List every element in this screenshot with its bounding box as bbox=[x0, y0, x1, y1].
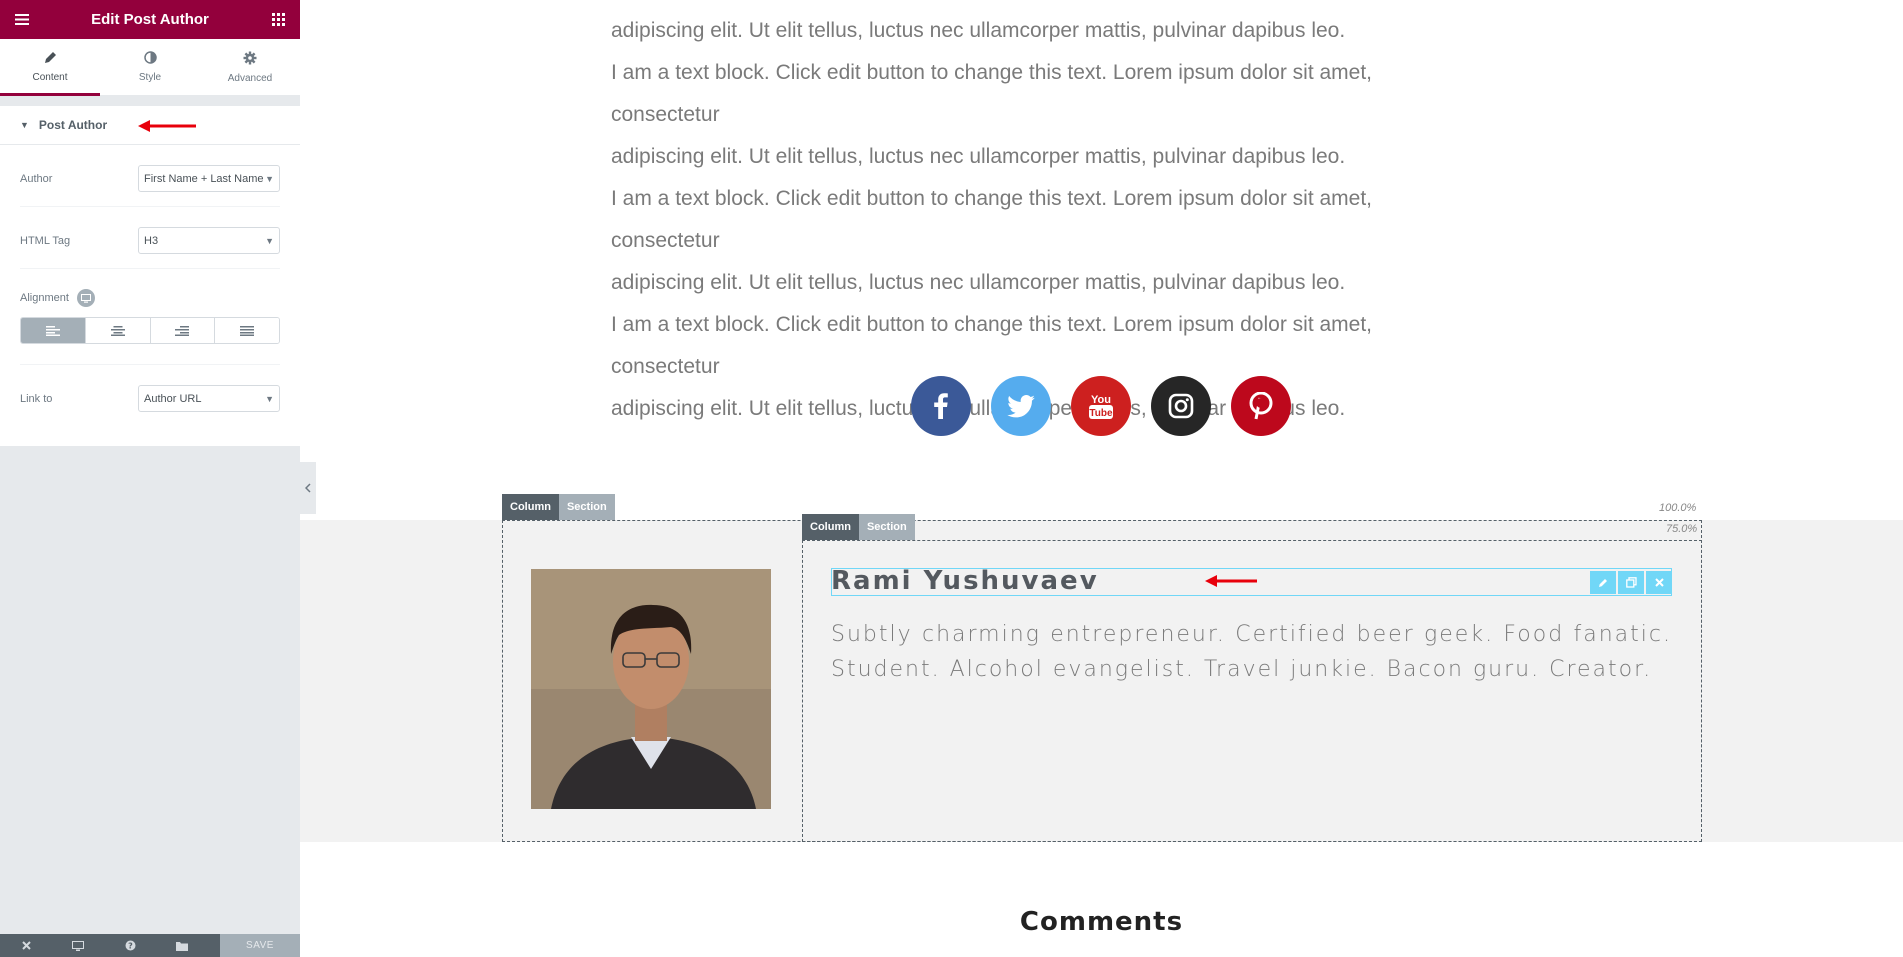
author-select[interactable]: First Name + Last Name ▼ bbox=[138, 165, 280, 192]
outer-column-width: 100.0% bbox=[1659, 502, 1697, 514]
panel-footer: ? SAVE bbox=[0, 934, 300, 957]
edit-widget-button[interactable] bbox=[1590, 571, 1616, 594]
tab-advanced[interactable]: Advanced bbox=[200, 39, 300, 95]
align-center-icon bbox=[110, 325, 125, 336]
text-editor-widget[interactable]: adipiscing elit. Ut elit tellus, luctus … bbox=[611, 10, 1441, 430]
instagram-icon[interactable] bbox=[1151, 376, 1211, 436]
text-line: adipiscing elit. Ut elit tellus, luctus … bbox=[611, 19, 1346, 42]
preview-canvas: adipiscing elit. Ut elit tellus, luctus … bbox=[300, 0, 1903, 957]
control-html-tag: HTML Tag H3 ▼ bbox=[20, 207, 280, 269]
link-to-select-value: Author URL bbox=[144, 392, 202, 405]
text-line: adipiscing elit. Ut elit tellus, luctus … bbox=[611, 145, 1346, 168]
html-tag-label: HTML Tag bbox=[20, 234, 71, 247]
duplicate-icon bbox=[1625, 577, 1637, 588]
tab-advanced-label: Advanced bbox=[227, 72, 273, 84]
caret-down-icon: ▼ bbox=[20, 120, 29, 130]
widgets-grid-icon[interactable] bbox=[268, 10, 288, 30]
annotation-arrow-icon bbox=[138, 120, 196, 132]
youtube-icon[interactable]: You Tube bbox=[1071, 376, 1131, 436]
tab-style-label: Style bbox=[138, 72, 162, 83]
dropdown-arrow-icon: ▼ bbox=[265, 393, 274, 404]
control-link-to: Link to Author URL ▼ bbox=[20, 365, 280, 426]
folder-icon[interactable] bbox=[156, 941, 208, 951]
responsive-mode-icon[interactable] bbox=[52, 940, 104, 951]
delete-widget-button[interactable] bbox=[1646, 571, 1672, 594]
tab-content[interactable]: Content bbox=[0, 39, 100, 96]
annotation-arrow-icon bbox=[1205, 575, 1257, 587]
panel-title: Edit Post Author bbox=[91, 11, 209, 28]
align-justify-icon bbox=[240, 325, 255, 336]
align-left-button[interactable] bbox=[21, 318, 86, 343]
html-tag-select-value: H3 bbox=[144, 234, 159, 247]
control-author: Author First Name + Last Name ▼ bbox=[20, 145, 280, 207]
save-button[interactable]: SAVE bbox=[220, 934, 300, 957]
close-icon bbox=[1654, 578, 1664, 587]
gear-icon bbox=[243, 51, 257, 68]
duplicate-widget-button[interactable] bbox=[1618, 571, 1644, 594]
alignment-buttons bbox=[20, 317, 280, 344]
panel-tabs: Content Style Advanced bbox=[0, 39, 300, 96]
link-to-select[interactable]: Author URL ▼ bbox=[138, 385, 280, 412]
text-line: adipiscing elit. Ut elit tellus, luctus … bbox=[611, 271, 1346, 294]
svg-text:?: ? bbox=[128, 942, 133, 951]
outer-column-handles: Column Section bbox=[502, 494, 615, 520]
svg-text:Tube: Tube bbox=[1089, 408, 1113, 419]
editor-panel: Edit Post Author Content Style Advanced … bbox=[0, 0, 300, 957]
responsive-desktop-icon[interactable] bbox=[76, 289, 95, 307]
half-circle-icon bbox=[143, 51, 157, 67]
pencil-icon bbox=[44, 51, 57, 67]
tab-content-label: Content bbox=[32, 72, 68, 83]
text-line: I am a text block. Click edit button to … bbox=[611, 61, 1373, 126]
pencil-icon bbox=[1599, 578, 1607, 587]
author-bio: Subtly charming entrepreneur. Certified … bbox=[831, 622, 1672, 682]
twitter-icon[interactable] bbox=[991, 376, 1051, 436]
section-handle[interactable]: Section bbox=[558, 494, 615, 520]
panel-header: Edit Post Author bbox=[0, 0, 300, 39]
column-handle[interactable]: Column bbox=[502, 494, 559, 520]
author-avatar[interactable] bbox=[531, 569, 771, 809]
author-name[interactable]: Rami Yushuvaev bbox=[831, 566, 1099, 596]
link-to-label: Link to bbox=[20, 392, 53, 405]
inner-column-handles: Column Section bbox=[802, 514, 915, 540]
dropdown-arrow-icon: ▼ bbox=[265, 173, 274, 184]
tab-style[interactable]: Style bbox=[100, 39, 200, 95]
author-label: Author bbox=[20, 172, 53, 185]
svg-text:You: You bbox=[1091, 394, 1111, 406]
facebook-icon[interactable] bbox=[911, 376, 971, 436]
align-right-button[interactable] bbox=[150, 318, 216, 343]
align-right-icon bbox=[175, 325, 190, 336]
dropdown-arrow-icon: ▼ bbox=[265, 235, 274, 246]
section-handle[interactable]: Section bbox=[858, 514, 915, 540]
close-icon[interactable] bbox=[0, 941, 52, 950]
section-title: Post Author bbox=[38, 118, 108, 132]
hamburger-menu-icon[interactable] bbox=[12, 10, 32, 30]
comments-title: Comments bbox=[1019, 907, 1184, 937]
help-icon[interactable]: ? bbox=[104, 940, 156, 951]
controls-panel: Author First Name + Last Name ▼ HTML Tag… bbox=[0, 145, 300, 446]
column-handle[interactable]: Column bbox=[802, 514, 859, 540]
text-line: I am a text block. Click edit button to … bbox=[611, 187, 1373, 252]
align-justify-button[interactable] bbox=[215, 318, 279, 343]
social-icons: You Tube bbox=[911, 376, 1291, 436]
alignment-label: Alignment bbox=[20, 292, 69, 304]
pinterest-icon[interactable] bbox=[1231, 376, 1291, 436]
widget-toolbar bbox=[1590, 571, 1672, 594]
author-select-value: First Name + Last Name bbox=[144, 172, 264, 185]
inner-column-width: 75.0% bbox=[1666, 523, 1698, 535]
control-alignment: Alignment bbox=[20, 269, 280, 365]
align-left-icon bbox=[45, 325, 60, 336]
html-tag-select[interactable]: H3 ▼ bbox=[138, 227, 280, 254]
section-post-author-toggle[interactable]: ▼ Post Author bbox=[0, 106, 300, 145]
align-center-button[interactable] bbox=[85, 318, 151, 343]
